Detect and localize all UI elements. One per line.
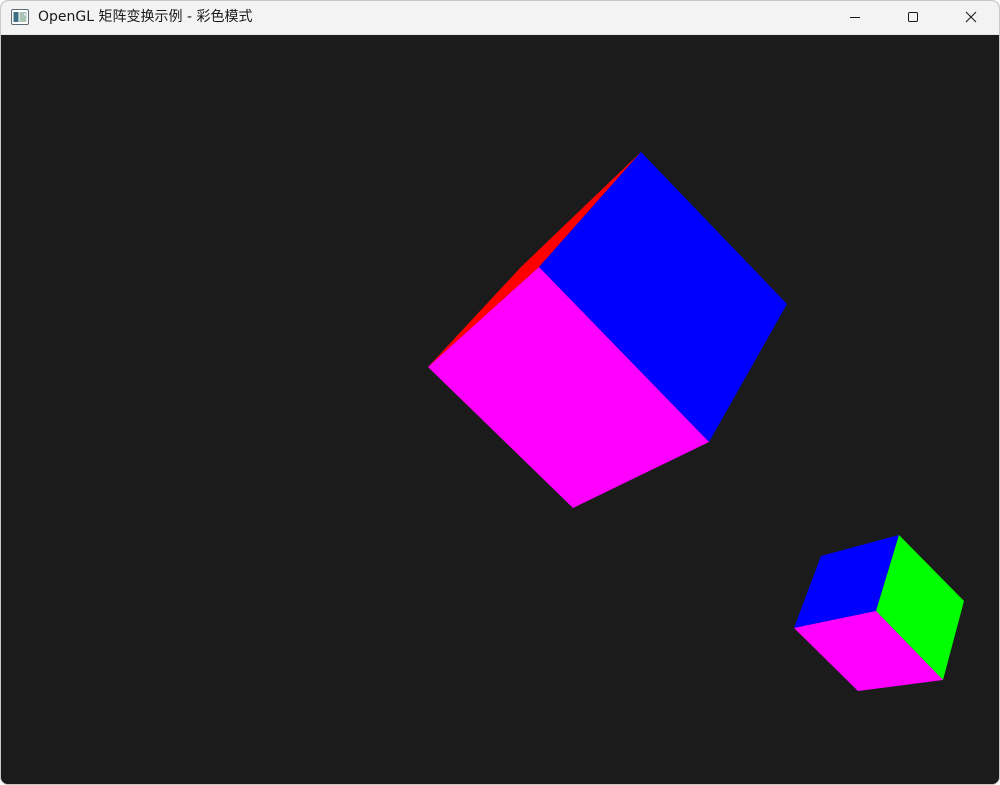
- large-cube: [428, 152, 787, 508]
- small-cube: [794, 535, 964, 691]
- title-bar[interactable]: OpenGL 矩阵变换示例 - 彩色模式: [1, 1, 999, 35]
- opengl-app-icon: [11, 9, 29, 25]
- window-title: OpenGL 矩阵变换示例 - 彩色模式: [38, 9, 253, 25]
- app-window: OpenGL 矩阵变换示例 - 彩色模式: [0, 0, 1000, 785]
- render-surface: [428, 152, 964, 691]
- maximize-icon: [907, 8, 919, 27]
- close-icon: [965, 8, 977, 27]
- opengl-viewport[interactable]: [1, 35, 999, 784]
- maximize-button[interactable]: [884, 1, 942, 34]
- minimize-button[interactable]: [826, 1, 884, 34]
- close-button[interactable]: [942, 1, 999, 34]
- minimize-icon: [849, 8, 861, 27]
